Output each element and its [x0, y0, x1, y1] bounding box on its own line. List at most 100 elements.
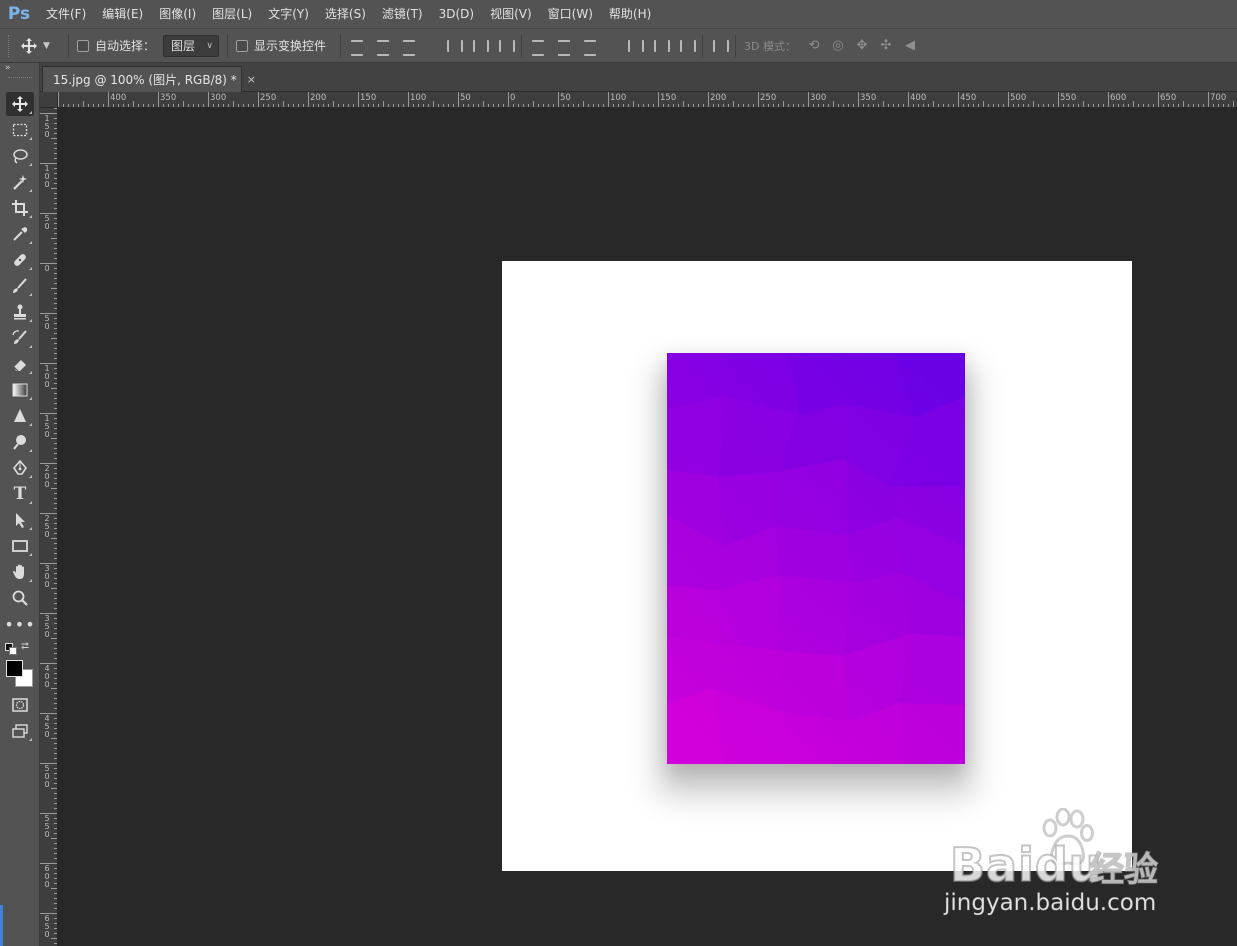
ruler-tick — [54, 703, 57, 704]
align-top-icon[interactable] — [349, 38, 365, 56]
align-right-icon[interactable] — [497, 38, 516, 54]
ruler-tick — [763, 104, 764, 107]
ruler-tick — [1173, 104, 1174, 107]
healing-brush-tool[interactable] — [6, 248, 34, 272]
menu-item[interactable]: 窗口(W) — [540, 0, 601, 28]
show-transform-checkbox[interactable] — [236, 39, 249, 52]
align-bottom-icon[interactable] — [401, 38, 417, 56]
ruler-tick — [418, 104, 419, 107]
zoom-tool[interactable] — [6, 586, 34, 610]
poly-facet — [777, 575, 856, 656]
distribute-left-icon[interactable] — [626, 38, 645, 54]
options-bar: ▼ 自动选择： 图层 ∨ 显示变换控件 3D 模式： ⟲ ◎ ✥ ✣ ◀ — [0, 28, 1237, 63]
distribute-horizontal-center-icon[interactable] — [652, 38, 671, 54]
canvas-workspace[interactable] — [58, 108, 1237, 946]
roll-3d-icon[interactable]: ◎ — [828, 38, 848, 54]
menu-item[interactable]: 3D(D) — [431, 0, 482, 28]
menu-item[interactable]: 编辑(E) — [94, 0, 151, 28]
ruler-tick — [40, 763, 57, 764]
ruler-tick — [54, 768, 57, 769]
horizontal-ruler[interactable]: 400 350 300 250 200 150 100 50 0 50 100 150 200 250 30… — [58, 92, 1237, 108]
swap-colors-icon[interactable]: ⮂ — [21, 641, 29, 652]
eyedropper-tool[interactable] — [6, 222, 34, 246]
screen-mode-button[interactable] — [6, 719, 34, 743]
menu-item[interactable]: 文件(F) — [38, 0, 94, 28]
menu-item[interactable]: 图像(I) — [151, 0, 204, 28]
blur-tool[interactable] — [6, 404, 34, 428]
options-bar-grip[interactable] — [8, 34, 14, 57]
ruler-tick — [54, 708, 57, 709]
more-dots-icon: ••• — [4, 614, 36, 634]
auto-align-layers-icon[interactable] — [711, 38, 730, 54]
auto-select-checkbox[interactable] — [77, 39, 89, 52]
marquee-tool[interactable] — [6, 118, 34, 142]
ruler-tick — [693, 104, 694, 107]
rectangle-tool[interactable] — [6, 534, 34, 558]
ruler-tick — [54, 318, 57, 319]
ruler-tick — [54, 518, 57, 519]
ruler-origin[interactable] — [40, 92, 58, 108]
menu-item[interactable]: 帮助(H) — [601, 0, 659, 28]
distribute-vertical-center-icon[interactable] — [556, 38, 572, 56]
ruler-tick — [54, 823, 57, 824]
ruler-tick — [998, 104, 999, 107]
screen-mode-icon — [12, 724, 28, 738]
pen-tool[interactable] — [6, 456, 34, 480]
menu-item[interactable]: 文字(Y) — [260, 0, 317, 28]
menu-item[interactable]: 选择(S) — [317, 0, 374, 28]
gradient-tool[interactable] — [6, 378, 34, 402]
history-brush-tool[interactable] — [6, 326, 34, 350]
move-tool[interactable] — [6, 92, 34, 116]
menu-item[interactable]: 图层(L) — [204, 0, 260, 28]
document-canvas[interactable] — [502, 261, 1132, 871]
ruler-tick — [868, 104, 869, 107]
purple-gradient-artwork[interactable] — [667, 353, 965, 764]
crop-tool[interactable] — [6, 196, 34, 220]
quick-mask-button[interactable] — [6, 693, 34, 717]
ruler-tick — [54, 428, 57, 429]
slide-3d-icon[interactable]: ✣ — [876, 38, 896, 54]
path-selection-tool[interactable] — [6, 508, 34, 532]
ruler-tick — [54, 878, 57, 879]
tools-panel-grip[interactable] — [8, 77, 32, 81]
foreground-color-swatch[interactable] — [6, 660, 23, 677]
edit-toolbar-button[interactable]: ••• — [4, 612, 36, 636]
ruler-tick — [54, 693, 57, 694]
auto-select-target-dropdown[interactable]: 图层 ∨ — [163, 34, 220, 57]
ruler-tick — [51, 638, 57, 639]
document-tab[interactable]: 15.jpg @ 100% (图片, RGB/8) * × — [42, 66, 256, 92]
tool-preset-picker[interactable]: ▼ — [20, 37, 60, 55]
brush-tool[interactable] — [6, 274, 34, 298]
align-horizontal-center-icon[interactable] — [471, 38, 490, 54]
collapse-panel-icon[interactable]: » — [5, 63, 11, 73]
ruler-label: 3 5 0 — [44, 614, 50, 639]
ruler-tick — [54, 168, 57, 169]
distribute-right-icon[interactable] — [678, 38, 697, 54]
ruler-tick — [51, 288, 57, 289]
vertical-ruler[interactable]: 1 5 0 1 0 0 5 0 0 5 0 1 0 0 1 5 0 2 0 0 2 5 0 3 0… — [40, 108, 58, 946]
hand-tool[interactable] — [6, 560, 34, 584]
distribute-top-icon[interactable] — [530, 38, 546, 56]
type-tool[interactable]: T — [6, 482, 34, 506]
magic-wand-tool[interactable] — [6, 170, 34, 194]
ruler-tick — [54, 478, 57, 479]
menu-item[interactable]: 滤镜(T) — [374, 0, 431, 28]
ruler-tick — [443, 104, 444, 107]
ruler-tick — [378, 104, 379, 107]
default-colors-icon[interactable] — [5, 643, 17, 655]
ruler-tick — [553, 104, 554, 107]
dodge-tool[interactable] — [6, 430, 34, 454]
lasso-tool[interactable] — [6, 144, 34, 168]
rotate-3d-icon[interactable]: ⟲ — [804, 38, 824, 54]
drag-3d-icon[interactable]: ✥ — [852, 38, 872, 54]
align-left-icon[interactable] — [445, 38, 464, 54]
distribute-bottom-icon[interactable] — [582, 38, 598, 56]
align-vertical-center-icon[interactable] — [375, 38, 391, 56]
close-icon[interactable]: × — [247, 73, 256, 86]
ruler-label: 4 0 0 — [44, 664, 50, 689]
scale-3d-icon[interactable]: ◀ — [900, 38, 920, 54]
clone-stamp-tool[interactable] — [6, 300, 34, 324]
eraser-tool[interactable] — [6, 352, 34, 376]
menu-item[interactable]: 视图(V) — [482, 0, 540, 28]
bandage-icon — [14, 254, 26, 266]
